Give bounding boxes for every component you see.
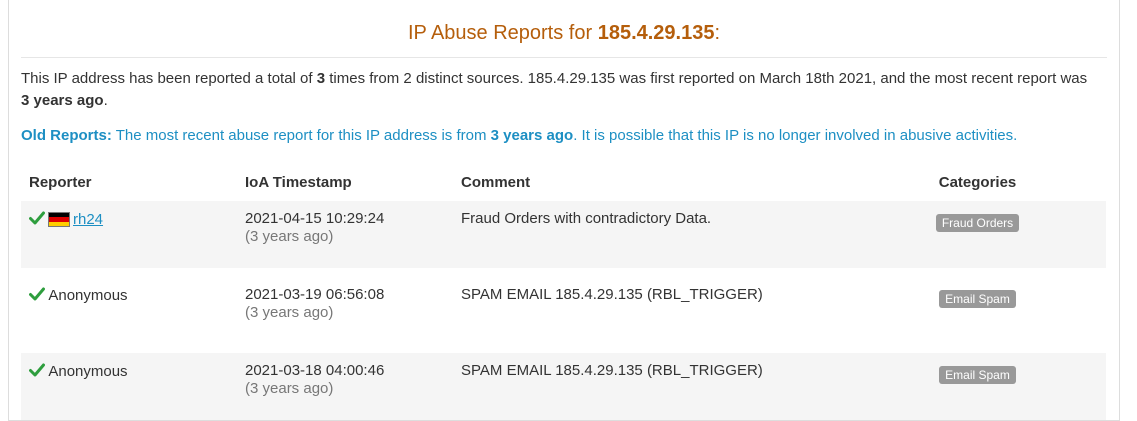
page-title: IP Abuse Reports for 185.4.29.135: [9, 22, 1119, 45]
old-reports-text-2: . It is possible that this IP is no long… [573, 127, 1018, 144]
category-badge[interactable]: Email Spam [939, 366, 1016, 384]
reporter-cell: rh24 [21, 201, 237, 268]
reporter-name: Anonymous [48, 287, 128, 304]
categories-cell: Email Spam [849, 353, 1106, 420]
reporter-column-header: Reporter [29, 173, 92, 191]
timestamp-relative: (3 years ago) [245, 304, 334, 321]
reporter-cell: Anonymous [21, 277, 237, 344]
timestamp-cell: 2021-03-18 04:00:46 (3 years ago) [237, 353, 453, 420]
reporter-cell: Anonymous [21, 353, 237, 420]
timestamp-relative: (3 years ago) [245, 380, 334, 397]
title-suffix: : [714, 22, 721, 44]
table-header-row: Reporter IoA Timestamp Comment Categorie… [21, 163, 1106, 201]
categories-cell: Email Spam [849, 277, 1106, 344]
old-reports-age: 3 years ago [490, 127, 574, 144]
report-count: 3 [316, 70, 326, 87]
old-reports-label: Old Reports: [21, 127, 112, 144]
comment-cell: Fraud Orders with contradictory Data. [453, 201, 849, 268]
check-icon [29, 211, 45, 225]
title-prefix: IP Abuse Reports for [407, 22, 598, 44]
summary-text-2: times from 2 distinct sources. 185.4.29.… [325, 70, 1088, 87]
check-icon [29, 363, 45, 377]
abuse-reports-panel: IP Abuse Reports for 185.4.29.135: This … [8, 0, 1120, 421]
check-icon [29, 287, 45, 301]
old-reports-notice: Old Reports: The most recent abuse repor… [21, 125, 1107, 147]
title-divider [21, 57, 1107, 58]
category-badge[interactable]: Fraud Orders [935, 214, 1020, 232]
comment-cell: SPAM EMAIL 185.4.29.135 (RBL_TRIGGER) [461, 286, 763, 303]
comment-cell: SPAM EMAIL 185.4.29.135 (RBL_TRIGGER) [453, 353, 849, 420]
reports-table: Reporter IoA Timestamp Comment Categorie… [21, 163, 1106, 420]
comment-column-header: Comment [461, 173, 531, 191]
table-row: Anonymous 2021-03-18 04:00:46 (3 years ag… [21, 353, 1106, 420]
most-recent-age: 3 years ago [21, 92, 104, 109]
summary-text-1: This IP address has been reported a tota… [21, 70, 317, 87]
old-reports-text-1: The most recent abuse report for this IP… [111, 127, 491, 144]
timestamp-cell: 2021-04-15 10:29:24 (3 years ago) [237, 201, 453, 268]
table-row: Anonymous 2021-03-19 06:56:08 (3 years ag… [21, 277, 1106, 344]
categories-cell: Fraud Orders [849, 201, 1106, 268]
timestamp-column-header: IoA Timestamp [245, 173, 352, 191]
summary-text-3: . [103, 92, 108, 109]
timestamp-cell: 2021-03-19 06:56:08 (3 years ago) [237, 277, 453, 344]
timestamp-relative: (3 years ago) [245, 228, 334, 245]
categories-column-header: Categories [938, 173, 1017, 191]
reporter-name: Anonymous [48, 363, 128, 380]
table-row: rh24 2021-04-15 10:29:24 (3 years ago) Fr… [21, 201, 1106, 268]
timestamp-value: 2021-03-18 04:00:46 [245, 362, 385, 379]
category-badge[interactable]: Email Spam [939, 290, 1016, 308]
reporter-link[interactable]: rh24 [73, 211, 103, 228]
timestamp-value: 2021-03-19 06:56:08 [245, 286, 385, 303]
timestamp-value: 2021-04-15 10:29:24 [245, 210, 385, 227]
germany-flag-icon [48, 212, 70, 227]
report-summary: This IP address has been reported a tota… [21, 68, 1099, 112]
title-ip-address: 185.4.29.135 [597, 22, 715, 44]
